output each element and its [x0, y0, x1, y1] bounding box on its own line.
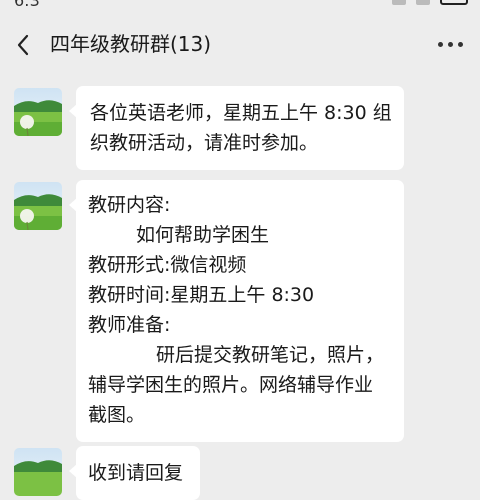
more-dot-icon: [447, 41, 453, 47]
message-text-line: 辅导学困生的照片。网络辅导作业: [88, 374, 374, 396]
signal-icon: [392, 0, 406, 5]
status-bar: 6:3: [0, 0, 480, 14]
message-text-line: 研后提交教研笔记，照片，: [156, 344, 385, 366]
more-dot-icon: [437, 41, 443, 47]
message-text-line: 教研形式:微信视频: [88, 254, 247, 276]
message-text-line: 教师准备:: [88, 314, 171, 336]
battery-icon: [440, 0, 468, 5]
chevron-left-icon: [17, 34, 29, 56]
dandelion-landscape-avatar-icon: [14, 182, 62, 230]
back-button[interactable]: [8, 30, 38, 60]
sender-avatar[interactable]: [14, 448, 62, 496]
wifi-icon: [416, 0, 430, 5]
message-text-line: 截图。: [88, 404, 146, 426]
more-options-button[interactable]: [434, 30, 466, 58]
message-text-line: 织教研活动，请准时参加。: [90, 132, 319, 154]
message-bubble[interactable]: 各位英语老师，星期五上午 8:30 组 织教研活动，请准时参加。: [69, 86, 404, 170]
more-dot-icon: [457, 41, 463, 47]
message-bubble[interactable]: 收到请回复: [69, 446, 200, 500]
dandelion-landscape-avatar-icon: [14, 448, 62, 496]
message-text-line: 教研内容:: [88, 194, 171, 216]
status-time: 6:3: [14, 0, 40, 10]
message-text-line: 各位英语老师，星期五上午 8:30 组: [90, 102, 392, 124]
dandelion-landscape-avatar-icon: [14, 88, 62, 136]
message-text-line: 收到请回复: [88, 462, 184, 484]
message-bubble[interactable]: 教研内容: 如何帮助学困生 教研形式:微信视频 教研时间:星期五上午 8:30 …: [69, 180, 404, 442]
chat-header: 四年级教研群(13): [0, 14, 480, 74]
sender-avatar[interactable]: [14, 88, 62, 136]
chat-title: 四年级教研群(13): [50, 32, 212, 56]
status-icons: [392, 0, 468, 5]
message-text-line: 教研时间:星期五上午 8:30: [88, 284, 315, 306]
message-text-line: 如何帮助学困生: [136, 224, 270, 246]
sender-avatar[interactable]: [14, 182, 62, 230]
